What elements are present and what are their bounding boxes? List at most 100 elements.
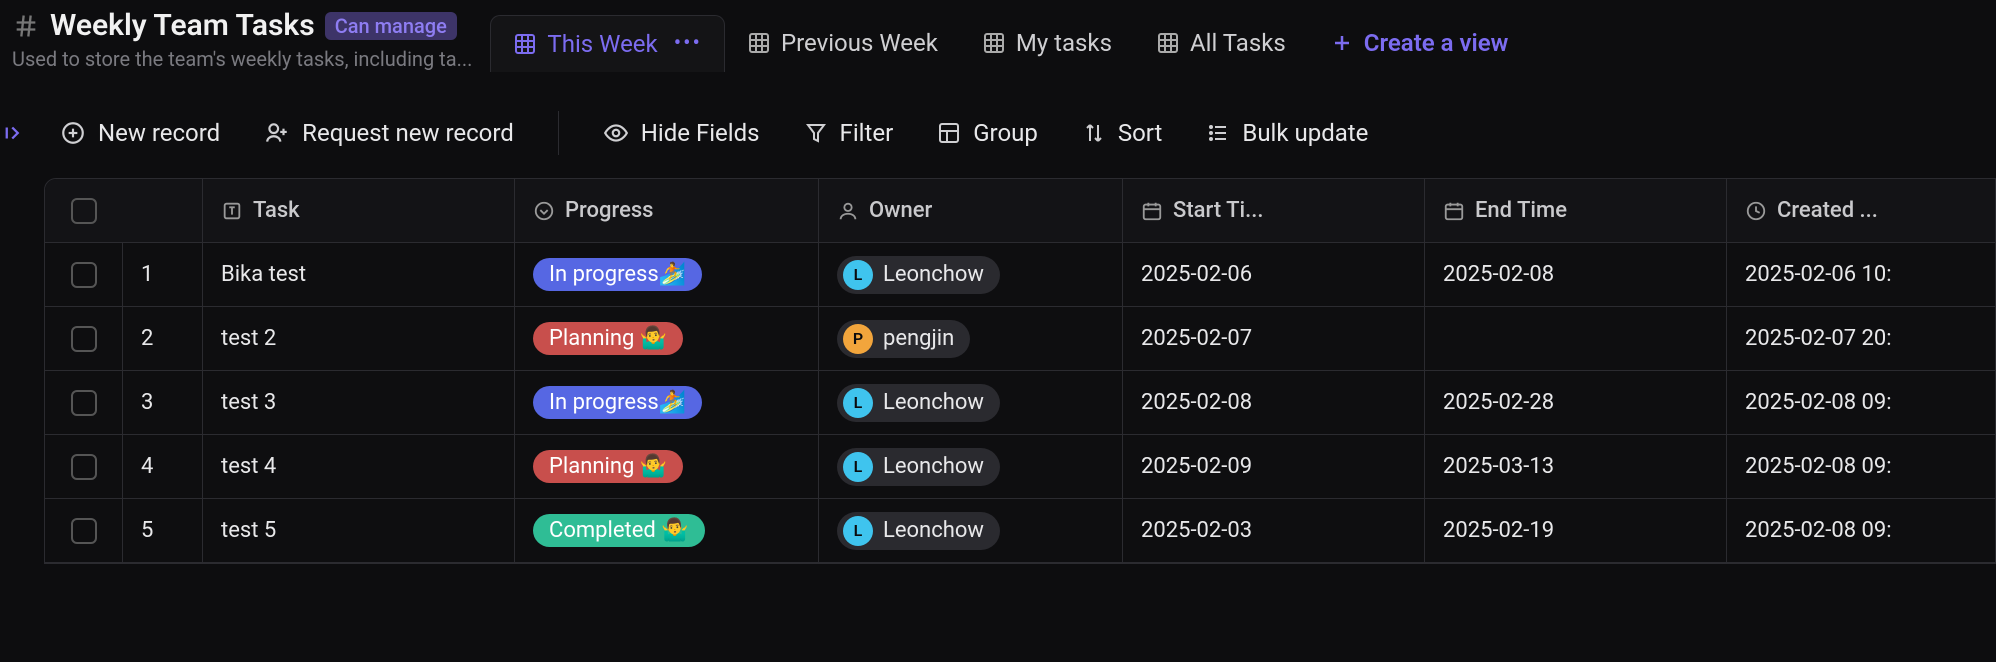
table-row[interactable]: 5test 5Completed 🤷‍♂️ L Leonchow 2025-02-03… [45,499,1995,563]
eye-icon [603,120,629,146]
row-checkbox-cell[interactable] [45,371,123,434]
cell-task[interactable]: Bika test [203,243,515,306]
select-all-cell[interactable] [45,179,123,242]
create-view-button[interactable]: Create a view [1308,15,1531,71]
column-header-created[interactable]: Created ... [1727,179,1995,242]
cell-end-time[interactable]: 2025-02-19 [1425,499,1727,562]
row-index: 1 [123,243,203,306]
row-checkbox-cell[interactable] [45,435,123,498]
row-index: 5 [123,499,203,562]
grid-icon [513,32,537,56]
cell-progress[interactable]: In progress🏄 [515,243,819,306]
expand-sidebar-icon[interactable] [4,122,26,144]
owner-chip: L Leonchow [837,512,1000,550]
user-type-icon [837,200,859,222]
sort-label: Sort [1118,119,1163,147]
calendar-icon [1141,200,1163,222]
request-new-record-button[interactable]: Request new record [264,119,514,147]
cell-end-time[interactable]: 2025-02-28 [1425,371,1727,434]
bulk-update-label: Bulk update [1242,119,1368,147]
progress-badge: Planning 🤷‍♂️ [533,450,683,483]
calendar-icon [1443,200,1465,222]
permission-badge[interactable]: Can manage [325,12,457,40]
cell-task[interactable]: test 3 [203,371,515,434]
checkbox-icon[interactable] [71,262,97,288]
cell-end-time[interactable]: 2025-02-08 [1425,243,1727,306]
hide-fields-button[interactable]: Hide Fields [603,119,760,147]
cell-created[interactable]: 2025-02-08 09: [1727,371,1995,434]
row-checkbox-cell[interactable] [45,307,123,370]
cell-end-time[interactable] [1425,307,1727,370]
page-title[interactable]: Weekly Team Tasks [50,8,315,43]
group-button[interactable]: Group [937,119,1038,147]
cell-owner[interactable]: LLeonchow [819,243,1123,306]
owner-chip: LLeonchow [837,384,1000,422]
cell-created[interactable]: 2025-02-08 09: [1727,435,1995,498]
cell-progress[interactable]: In progress🏄 [515,371,819,434]
cell-created[interactable]: 2025-02-06 10: [1727,243,1995,306]
column-header-end-time[interactable]: End Time [1425,179,1727,242]
cell-owner[interactable]: LLeonchow [819,435,1123,498]
create-view-label: Create a view [1364,29,1509,57]
cell-progress[interactable]: Planning 🤷‍♂️ [515,307,819,370]
grid-header-row: Task Progress Owner Start Ti... End Time [45,179,1995,243]
table-row[interactable]: 1Bika testIn progress🏄LLeonchow2025-02-0… [45,243,1995,307]
cell-progress[interactable]: Planning 🤷‍♂️ [515,435,819,498]
more-icon[interactable]: ••• [674,31,702,56]
filter-button[interactable]: Filter [804,119,894,147]
cell-created[interactable]: 2025-02-07 20: [1727,307,1995,370]
cell-start-time[interactable]: 2025-02-07 [1123,307,1425,370]
cell-task[interactable]: test 2 [203,307,515,370]
cell-owner[interactable]: L Leonchow [819,499,1123,562]
checkbox-icon[interactable] [71,326,97,352]
grid-icon [747,31,771,55]
column-header-label: Created ... [1777,198,1878,223]
table-row[interactable]: 3test 3In progress🏄LLeonchow2025-02-0820… [45,371,1995,435]
hash-icon [12,12,40,40]
page-header: Weekly Team Tasks Can manage Used to sto… [12,8,472,71]
filter-icon [804,121,828,145]
cell-progress[interactable]: Completed 🤷‍♂️ [515,499,819,562]
sort-icon [1082,121,1106,145]
cell-start-time[interactable]: 2025-02-03 [1123,499,1425,562]
view-tabs: This Week ••• Previous Week My tasks All… [490,8,1530,78]
view-tab-this-week[interactable]: This Week ••• [490,15,725,72]
view-tab-all-tasks[interactable]: All Tasks [1134,15,1308,71]
new-record-button[interactable]: New record [60,119,220,147]
avatar: L [843,388,873,418]
cell-end-time[interactable]: 2025-03-13 [1425,435,1727,498]
cell-start-time[interactable]: 2025-02-09 [1123,435,1425,498]
table-row[interactable]: 4test 4Planning 🤷‍♂️LLeonchow2025-02-092… [45,435,1995,499]
column-header-label: Progress [565,198,654,223]
column-header-owner[interactable]: Owner [819,179,1123,242]
new-record-label: New record [98,119,220,147]
owner-name: pengjin [883,326,954,351]
bulk-update-button[interactable]: Bulk update [1206,119,1368,147]
row-checkbox-cell[interactable] [45,499,123,562]
plus-circle-icon [60,120,86,146]
list-icon [1206,121,1230,145]
checkbox-icon[interactable] [71,518,97,544]
cell-created[interactable]: 2025-02-08 09: [1727,499,1995,562]
column-header-progress[interactable]: Progress [515,179,819,242]
cell-owner[interactable]: LLeonchow [819,371,1123,434]
cell-owner[interactable]: Ppengjin [819,307,1123,370]
column-header-start-time[interactable]: Start Ti... [1123,179,1425,242]
sort-button[interactable]: Sort [1082,119,1163,147]
table-row[interactable]: 2test 2Planning 🤷‍♂️Ppengjin2025-02-0720… [45,307,1995,371]
checkbox-icon[interactable] [71,390,97,416]
row-checkbox-cell[interactable] [45,243,123,306]
cell-task[interactable]: test 4 [203,435,515,498]
grid-icon [982,31,1006,55]
grid-icon [1156,31,1180,55]
cell-start-time[interactable]: 2025-02-08 [1123,371,1425,434]
owner-name: Leonchow [883,518,984,543]
cell-task[interactable]: test 5 [203,499,515,562]
avatar: L [843,516,873,546]
view-tab-previous-week[interactable]: Previous Week [725,15,960,71]
view-tab-my-tasks[interactable]: My tasks [960,15,1134,71]
checkbox-icon[interactable] [71,198,97,224]
column-header-task[interactable]: Task [203,179,515,242]
cell-start-time[interactable]: 2025-02-06 [1123,243,1425,306]
checkbox-icon[interactable] [71,454,97,480]
